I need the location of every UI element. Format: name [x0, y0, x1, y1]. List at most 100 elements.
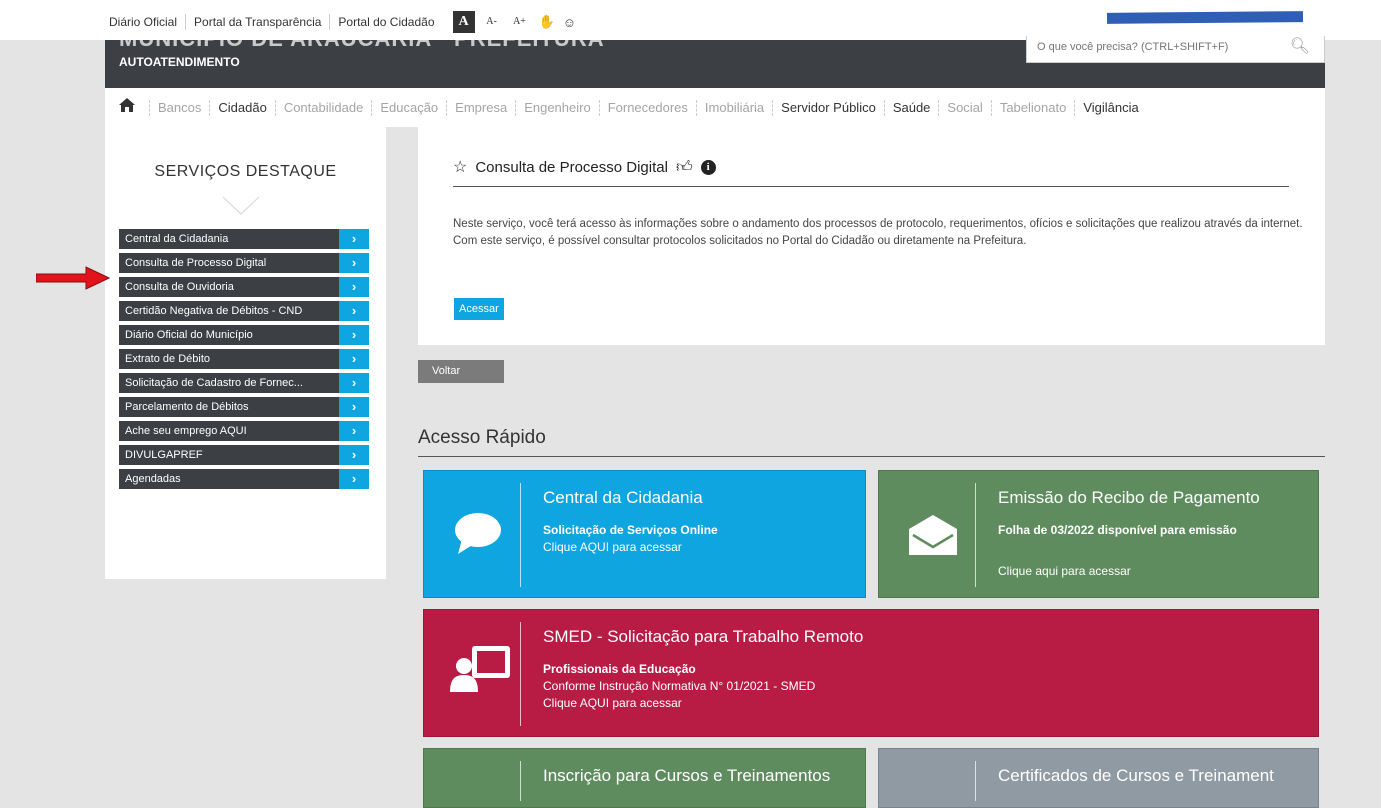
service-item-label: DIVULGAPREF [125, 449, 203, 461]
star-icon[interactable]: ☆ [453, 157, 467, 177]
service-item-label: Parcelamento de Débitos [125, 401, 249, 413]
service-item-label: Certidão Negativa de Débitos - CND [125, 305, 303, 317]
tile-title: SMED - Solicitação para Trabalho Remoto [543, 627, 864, 646]
category-servidor-publico[interactable]: Servidor Público [772, 99, 884, 116]
tile-divider [520, 761, 521, 801]
tile-line: Clique AQUI para acessar [543, 540, 682, 554]
tile-inscricao-cursos[interactable]: Inscrição para Cursos e Treinamentos [423, 748, 866, 808]
top-utility-bar: Diário Oficial Portal da Transparência P… [0, 0, 1381, 40]
tile-divider [520, 483, 521, 587]
site-header: MUNICÍPIO DE ARAUCÁRIA · PREFEITURA AUTO… [105, 36, 1325, 88]
service-item-label: Ache seu emprego AQUI [125, 425, 247, 437]
category-social[interactable]: Social [938, 99, 990, 116]
service-item-label: Consulta de Processo Digital [125, 257, 267, 269]
title-divider [453, 186, 1289, 187]
service-item[interactable]: Ache seu emprego AQUI › [119, 421, 369, 441]
tile-smed-trabalho-remoto[interactable]: SMED - Solicitação para Trabalho Remoto … [423, 609, 1319, 737]
service-item-label: Solicitação de Cadastro de Fornec... [125, 377, 303, 389]
chevron-right-icon[interactable]: › [339, 421, 369, 441]
tile-line: Solicitação de Serviços Online [543, 523, 718, 537]
service-item[interactable]: Consulta de Processo Digital › [119, 253, 369, 273]
font-increase-button[interactable]: A+ [509, 11, 531, 33]
quick-access-title: Acesso Rápido [418, 427, 546, 448]
tile-divider [975, 483, 976, 587]
category-vigilancia[interactable]: Vigilância [1074, 99, 1146, 116]
service-item[interactable]: Diário Oficial do Município › [119, 325, 369, 345]
service-item[interactable]: Agendadas › [119, 469, 369, 489]
featured-services-panel: SERVIÇOS DESTAQUE Central da Cidadania › C… [105, 127, 386, 579]
featured-services-title: SERVIÇOS DESTAQUE [154, 163, 337, 180]
tile-title: Central da Cidadania [543, 488, 703, 507]
chevron-right-icon[interactable]: › [339, 349, 369, 369]
search-box[interactable]: 🔍︎ [1026, 36, 1325, 63]
chevron-right-icon[interactable]: › [339, 445, 369, 465]
category-bancos[interactable]: Bancos [149, 99, 209, 116]
link-portal-transparencia[interactable]: Portal da Transparência [186, 14, 331, 30]
service-item-label: Extrato de Débito [125, 353, 210, 365]
envelope-open-icon [909, 515, 957, 555]
service-item-label: Central da Cidadania [125, 233, 229, 245]
service-item-label: Agendadas [125, 473, 181, 485]
service-item[interactable]: Central da Cidadania › [119, 229, 369, 249]
chevron-right-icon[interactable]: › [339, 397, 369, 417]
chevron-right-icon[interactable]: › [339, 373, 369, 393]
remote-work-icon [450, 646, 510, 692]
service-item[interactable]: Parcelamento de Débitos › [119, 397, 369, 417]
tile-certificados-cursos[interactable]: Certificados de Cursos e Treinament [878, 748, 1319, 808]
top-links: Diário Oficial Portal da Transparência P… [109, 11, 576, 33]
service-item-label: Diário Oficial do Município [125, 329, 253, 341]
category-educacao[interactable]: Educação [371, 99, 446, 116]
chevron-right-icon[interactable]: › [339, 469, 369, 489]
chevron-right-icon[interactable]: › [339, 301, 369, 321]
category-engenheiro[interactable]: Engenheiro [515, 99, 599, 116]
info-icon[interactable]: i [700, 159, 716, 175]
category-tabelionato[interactable]: Tabelionato [990, 99, 1075, 116]
category-cidadao[interactable]: Cidadão [209, 99, 274, 116]
service-item[interactable]: Extrato de Débito › [119, 349, 369, 369]
service-item[interactable]: DIVULGAPREF › [119, 445, 369, 465]
link-portal-cidadao[interactable]: Portal do Cidadão [330, 14, 442, 30]
back-button[interactable]: Voltar [418, 360, 504, 383]
service-item[interactable]: Certidão Negativa de Débitos - CND › [119, 301, 369, 321]
chevron-right-icon[interactable]: › [339, 325, 369, 345]
service-item[interactable]: Solicitação de Cadastro de Fornec... › [119, 373, 369, 393]
search-icon[interactable]: 🔍︎ [1290, 36, 1310, 56]
sign-language-icon[interactable]: ✋ [539, 14, 555, 30]
category-contabilidade[interactable]: Contabilidade [274, 99, 372, 116]
tile-line: Clique aqui para acessar [998, 564, 1131, 578]
tile-line: Clique AQUI para acessar [543, 696, 682, 710]
category-empresa[interactable]: Empresa [446, 99, 515, 116]
category-saude[interactable]: Saúde [883, 99, 939, 116]
red-arrow-annotation [36, 266, 110, 290]
chat-bubble-icon [455, 513, 501, 554]
category-nav: Bancos Cidadão Contabilidade Educação Em… [105, 88, 1325, 127]
service-title-row: ☆ Consulta de Processo Digital 👍︎ i [453, 157, 716, 177]
accessibility-icon[interactable]: ☺ [563, 15, 576, 30]
tile-central-cidadania[interactable]: Central da Cidadania Solicitação de Serv… [423, 470, 866, 598]
category-imobiliaria[interactable]: Imobiliária [695, 99, 772, 116]
chevron-right-icon[interactable]: › [339, 277, 369, 297]
font-normal-button[interactable]: A [452, 11, 475, 33]
service-description: Neste serviço, você terá acesso às infor… [453, 218, 1303, 247]
access-button[interactable]: Acessar [454, 298, 504, 320]
service-item[interactable]: Consulta de Ouvidoria › [119, 277, 369, 297]
chevron-right-icon[interactable]: › [339, 253, 369, 273]
service-item-label: Consulta de Ouvidoria [125, 281, 234, 293]
search-input[interactable] [1027, 36, 1277, 58]
tile-line: Conforme Instrução Normativa N° 01/2021 … [543, 679, 816, 693]
tile-title: Inscrição para Cursos e Treinamentos [543, 766, 831, 785]
tile-divider [975, 761, 976, 801]
tile-recibo-pagamento[interactable]: Emissão do Recibo de Pagamento Folha de … [878, 470, 1319, 598]
font-decrease-button[interactable]: A- [481, 11, 503, 33]
service-title: Consulta de Processo Digital [475, 158, 668, 176]
link-diario-oficial[interactable]: Diário Oficial [109, 14, 187, 30]
service-card: ☆ Consulta de Processo Digital 👍︎ i Nest… [418, 127, 1325, 345]
tile-title: Emissão do Recibo de Pagamento [998, 488, 1260, 507]
thumbs-up-icon[interactable]: 👍︎ [676, 158, 693, 177]
home-icon[interactable] [105, 97, 149, 118]
quick-access-divider [418, 456, 1325, 457]
tile-divider [520, 622, 521, 726]
chevron-right-icon[interactable]: › [339, 229, 369, 249]
tile-title: Certificados de Cursos e Treinament [998, 766, 1274, 785]
category-fornecedores[interactable]: Fornecedores [598, 99, 696, 116]
